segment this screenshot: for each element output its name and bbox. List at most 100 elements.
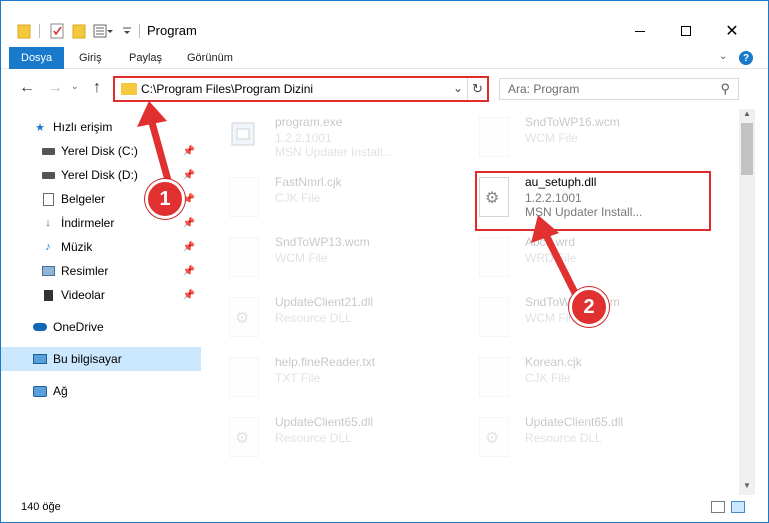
sidebar-item-label: Yerel Disk (D:) xyxy=(61,168,138,182)
tab-giris[interactable]: Giriş xyxy=(69,47,112,69)
details-view-icon[interactable] xyxy=(711,501,725,513)
sidebar-item-label: Yerel Disk (C:) xyxy=(61,144,138,158)
file-type: WRD File xyxy=(525,251,577,265)
customize-icon[interactable] xyxy=(93,23,113,39)
sidebar-item-label: Videolar xyxy=(61,288,105,302)
file-list: program.exe 1.2.2.1001 MSN Updater Insta… xyxy=(203,109,737,495)
callout-badge-1: 1 xyxy=(145,179,185,219)
file-name: SndToWP16.wcm xyxy=(525,115,620,129)
sidebar-item-videos[interactable]: Videolar 📌 xyxy=(1,283,201,307)
file-description: MSN Updater Install... xyxy=(275,145,393,159)
sidebar-item-label: Bu bilgisayar xyxy=(53,352,122,366)
help-icon[interactable]: ? xyxy=(739,51,753,65)
file-item[interactable]: SndToWP13.wcm WCM File xyxy=(203,231,443,289)
videos-icon xyxy=(41,288,55,302)
search-input[interactable]: Ara: Program ⚲ xyxy=(499,78,739,100)
new-folder-icon[interactable] xyxy=(71,23,87,39)
file-type: WCM File xyxy=(525,131,578,145)
navigation-pane: ★ Hızlı erişim Yerel Disk (C:) 📌 Yerel D… xyxy=(1,109,201,495)
file-type: CJK File xyxy=(525,371,571,385)
star-icon: ★ xyxy=(35,121,45,134)
music-icon: ♪ xyxy=(45,241,51,253)
sidebar-item-label: İndirmeler xyxy=(61,216,115,230)
file-type: Resource DLL xyxy=(525,431,602,445)
chevron-down-icon[interactable]: ⌄ xyxy=(453,81,463,95)
file-type: TXT File xyxy=(275,371,321,385)
maximize-icon xyxy=(681,26,691,36)
tab-dosya[interactable]: Dosya xyxy=(9,47,65,69)
search-placeholder: Ara: Program xyxy=(508,82,580,96)
sidebar-item-this-pc[interactable]: Bu bilgisayar xyxy=(1,347,201,371)
file-item[interactable]: Korean.cjk CJK File xyxy=(453,351,693,409)
scroll-down-icon[interactable]: ▼ xyxy=(739,481,755,495)
properties-icon[interactable] xyxy=(49,23,65,39)
sidebar-item-label: Belgeler xyxy=(61,192,106,206)
drive-icon xyxy=(41,144,55,158)
sidebar-item-pictures[interactable]: Resimler 📌 xyxy=(1,259,201,283)
scroll-thumb[interactable] xyxy=(741,123,753,175)
file-item[interactable]: FastNmrl.cjk CJK File xyxy=(203,171,443,229)
tab-paylas[interactable]: Paylaş xyxy=(119,47,172,69)
file-item[interactable]: program.exe 1.2.2.1001 MSN Updater Insta… xyxy=(203,111,443,169)
pin-icon[interactable]: 📌 xyxy=(183,218,195,229)
file-item[interactable]: ⚙ UpdateClient21.dll Resource DLL xyxy=(203,291,443,349)
sidebar-item-label: Hızlı erişim xyxy=(53,120,113,134)
recent-locations-icon[interactable]: ⌄ xyxy=(71,81,79,92)
address-path[interactable]: C:\Program Files\Program Dizini xyxy=(141,82,313,96)
minimize-button[interactable] xyxy=(617,17,663,45)
file-name: SndToWP13.wcm xyxy=(275,235,370,249)
pin-icon[interactable]: 📌 xyxy=(183,170,195,181)
sidebar-item-local-disk-c[interactable]: Yerel Disk (C:) 📌 xyxy=(1,139,201,163)
sidebar-item-network[interactable]: Ağ xyxy=(1,379,201,403)
forward-arrow-icon[interactable]: → xyxy=(47,79,63,97)
pin-icon[interactable]: 📌 xyxy=(183,290,195,301)
file-name: program.exe xyxy=(275,115,343,129)
file-item[interactable]: ⚙ UpdateClient65.dll Resource DLL xyxy=(453,411,693,469)
status-bar: 140 öğe xyxy=(1,495,768,522)
pin-icon[interactable]: 📌 xyxy=(183,146,195,157)
file-name: UpdateClient21.dll xyxy=(275,295,374,309)
file-icon xyxy=(479,117,509,157)
sidebar-item-onedrive[interactable]: OneDrive xyxy=(1,315,201,339)
chevron-down-icon[interactable] xyxy=(121,23,133,39)
file-item[interactable]: help.fineReader.txt TXT File xyxy=(203,351,443,409)
file-name: Abcd.wrd xyxy=(525,235,576,249)
file-explorer-window: Program ✕ Dosya Giriş Paylaş Görünüm ⌄ ?… xyxy=(0,0,769,523)
program-icon xyxy=(229,117,259,157)
dll-gear-icon: ⚙ xyxy=(479,417,509,457)
ribbon-expand-icon[interactable]: ⌄ xyxy=(719,51,727,62)
file-icon xyxy=(479,297,509,337)
file-icon xyxy=(479,237,509,277)
file-name: FastNmrl.cjk xyxy=(275,175,342,189)
large-icons-view-icon[interactable] xyxy=(731,501,745,513)
scroll-up-icon[interactable]: ▲ xyxy=(739,109,755,123)
up-arrow-icon[interactable]: ↑ xyxy=(93,79,101,97)
search-icon[interactable]: ⚲ xyxy=(720,81,730,97)
cloud-icon xyxy=(33,320,47,334)
folder-icon[interactable] xyxy=(17,23,31,39)
close-button[interactable]: ✕ xyxy=(709,17,755,45)
drive-icon xyxy=(41,168,55,182)
file-icon xyxy=(229,237,259,277)
tab-gorunum[interactable]: Görünüm xyxy=(177,47,243,69)
sidebar-item-music[interactable]: ♪ Müzik 📌 xyxy=(1,235,201,259)
file-item[interactable]: Abcd.wrd WRD File xyxy=(453,231,693,289)
file-item[interactable]: SndToWP16.wcm WCM File xyxy=(453,111,693,169)
refresh-icon[interactable]: ↻ xyxy=(467,78,487,100)
folder-icon xyxy=(121,83,137,95)
pin-icon[interactable]: 📌 xyxy=(183,266,195,277)
back-arrow-icon[interactable]: ← xyxy=(19,79,35,97)
file-type: WCM File xyxy=(275,251,328,265)
address-bar[interactable]: C:\Program Files\Program Dizini ⌄ ↻ xyxy=(113,76,489,102)
file-item[interactable]: ⚙ UpdateClient65.dll Resource DLL xyxy=(203,411,443,469)
pin-icon[interactable]: 📌 xyxy=(183,242,195,253)
sidebar-item-quick-access[interactable]: ★ Hızlı erişim xyxy=(1,115,201,139)
file-type: CJK File xyxy=(275,191,321,205)
computer-icon xyxy=(33,352,47,366)
maximize-button[interactable] xyxy=(663,17,709,45)
sidebar-item-label: Resimler xyxy=(61,264,109,278)
file-type: Resource DLL xyxy=(275,431,352,445)
network-icon xyxy=(33,384,47,398)
vertical-scrollbar[interactable]: ▲ ▼ xyxy=(739,109,755,495)
separator xyxy=(137,23,141,39)
